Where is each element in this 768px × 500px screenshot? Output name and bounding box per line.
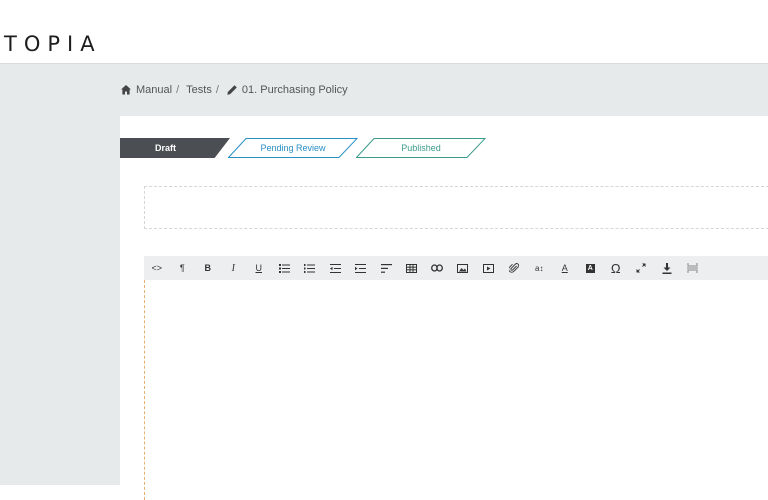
align-left-icon[interactable] [374, 256, 400, 280]
breadcrumb-item-manual[interactable]: Manual [136, 84, 172, 96]
status-step-pending-review[interactable]: Pending Review [228, 138, 358, 158]
breadcrumb: Manual / Tests / 01. Purchasing Policy [120, 82, 348, 98]
breadcrumb-separator: / [215, 84, 219, 96]
bold-icon[interactable]: B [195, 256, 221, 280]
font-size-icon[interactable]: a↕ [527, 256, 553, 280]
status-stepper: Draft Pending Review Published [120, 138, 500, 158]
underline-icon[interactable]: U [246, 256, 272, 280]
title-input[interactable] [144, 186, 768, 229]
status-step-draft[interactable]: Draft [120, 138, 230, 158]
image-icon[interactable] [450, 256, 476, 280]
home-icon [120, 84, 132, 96]
unordered-list-icon[interactable] [272, 256, 298, 280]
editor-content-area[interactable] [144, 280, 768, 500]
status-step-label: Published [401, 143, 441, 153]
status-step-label: Draft [155, 143, 177, 153]
indent-icon[interactable] [348, 256, 374, 280]
pencil-icon [226, 84, 238, 96]
status-step-published[interactable]: Published [356, 138, 486, 158]
link-icon[interactable] [425, 256, 451, 280]
background-color-icon[interactable]: A [578, 256, 604, 280]
code-view-icon[interactable]: <> [144, 256, 170, 280]
fullscreen-icon[interactable] [629, 256, 655, 280]
document-panel: Draft Pending Review Published <> ¶ B I … [120, 116, 768, 500]
special-characters-icon[interactable]: Ω [603, 256, 629, 280]
attachment-icon[interactable] [501, 256, 527, 280]
app-logo[interactable]: TOPIA [4, 31, 102, 57]
ordered-list-icon[interactable] [297, 256, 323, 280]
top-bar: TOPIA [0, 0, 768, 64]
download-icon[interactable] [654, 256, 680, 280]
status-step-label: Pending Review [260, 143, 326, 153]
table-icon[interactable] [399, 256, 425, 280]
editor-toolbar: <> ¶ B I U a↕ A A Ω [144, 256, 768, 280]
main-shell: Manual / Tests / 01. Purchasing Policy D… [0, 64, 768, 500]
outdent-icon[interactable] [323, 256, 349, 280]
breadcrumb-item-current: 01. Purchasing Policy [241, 84, 348, 96]
italic-icon[interactable]: I [221, 256, 247, 280]
breadcrumb-separator: / [176, 84, 180, 96]
paragraph-format-icon[interactable]: ¶ [170, 256, 196, 280]
text-color-icon[interactable]: A [552, 256, 578, 280]
page-break-icon[interactable] [680, 256, 706, 280]
video-icon[interactable] [476, 256, 502, 280]
breadcrumb-item-tests[interactable]: Tests [186, 84, 212, 96]
